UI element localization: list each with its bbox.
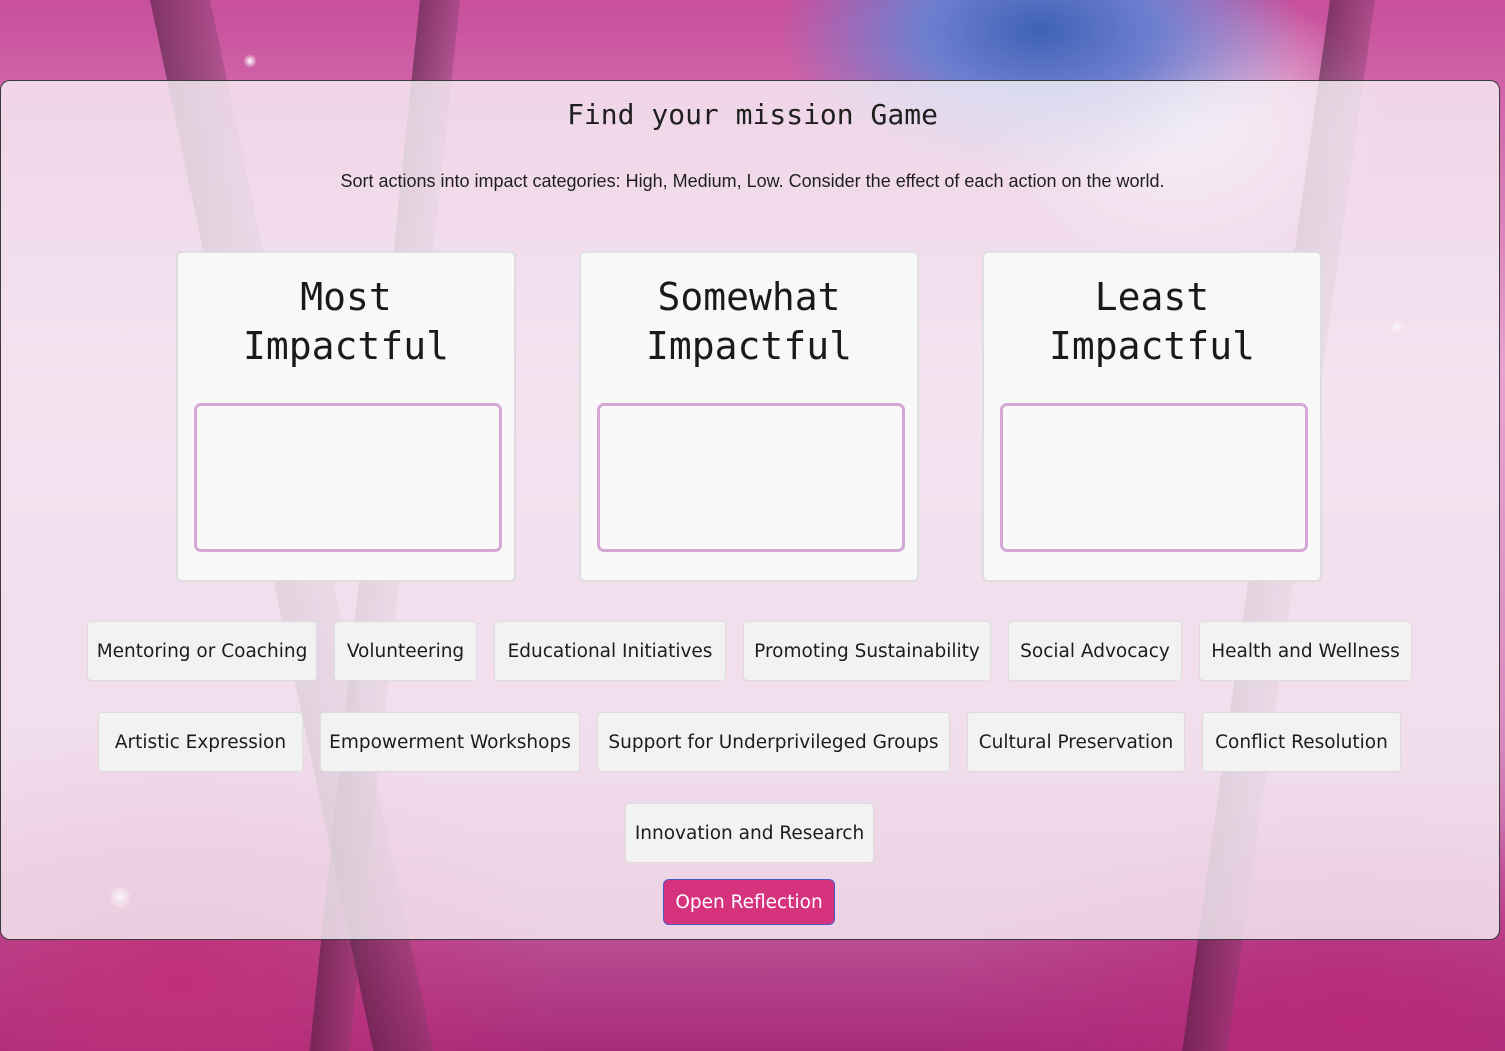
action-chip-health-wellness[interactable]: Health and Wellness — [1199, 621, 1412, 681]
game-instructions: Sort actions into impact categories: Hig… — [340, 171, 1165, 191]
action-chip-empowerment-workshops[interactable]: Empowerment Workshops — [320, 712, 580, 772]
action-chip-volunteering[interactable]: Volunteering — [334, 621, 477, 681]
category-least-impactful: Least Impactful — [982, 251, 1322, 582]
category-somewhat-impactful: Somewhat Impactful — [579, 251, 919, 582]
action-chip-artistic-expression[interactable]: Artistic Expression — [98, 712, 303, 772]
category-title: Most Impactful — [243, 275, 449, 368]
action-chip-cultural-preservation[interactable]: Cultural Preservation — [967, 712, 1185, 772]
category-title: Somewhat Impactful — [646, 275, 852, 368]
action-chip-social-advocacy[interactable]: Social Advocacy — [1008, 621, 1182, 681]
open-reflection-button[interactable]: Open Reflection — [663, 879, 835, 925]
action-chip-support-underprivileged[interactable]: Support for Underprivileged Groups — [597, 712, 950, 772]
drop-zone-somewhat-impactful[interactable] — [597, 403, 905, 552]
action-chip-innovation-research[interactable]: Innovation and Research — [625, 803, 874, 863]
drop-zone-least-impactful[interactable] — [1000, 403, 1308, 552]
category-most-impactful: Most Impactful — [176, 251, 516, 582]
drop-zone-most-impactful[interactable] — [194, 403, 502, 552]
action-chip-educational-initiatives[interactable]: Educational Initiatives — [494, 621, 726, 681]
game-title: Find your mission Game — [567, 98, 938, 131]
action-chip-mentoring[interactable]: Mentoring or Coaching — [87, 621, 317, 681]
category-title: Least Impactful — [1049, 275, 1255, 368]
action-chip-promoting-sustainability[interactable]: Promoting Sustainability — [743, 621, 991, 681]
sparkle-decoration — [243, 54, 257, 68]
action-chip-conflict-resolution[interactable]: Conflict Resolution — [1202, 712, 1401, 772]
